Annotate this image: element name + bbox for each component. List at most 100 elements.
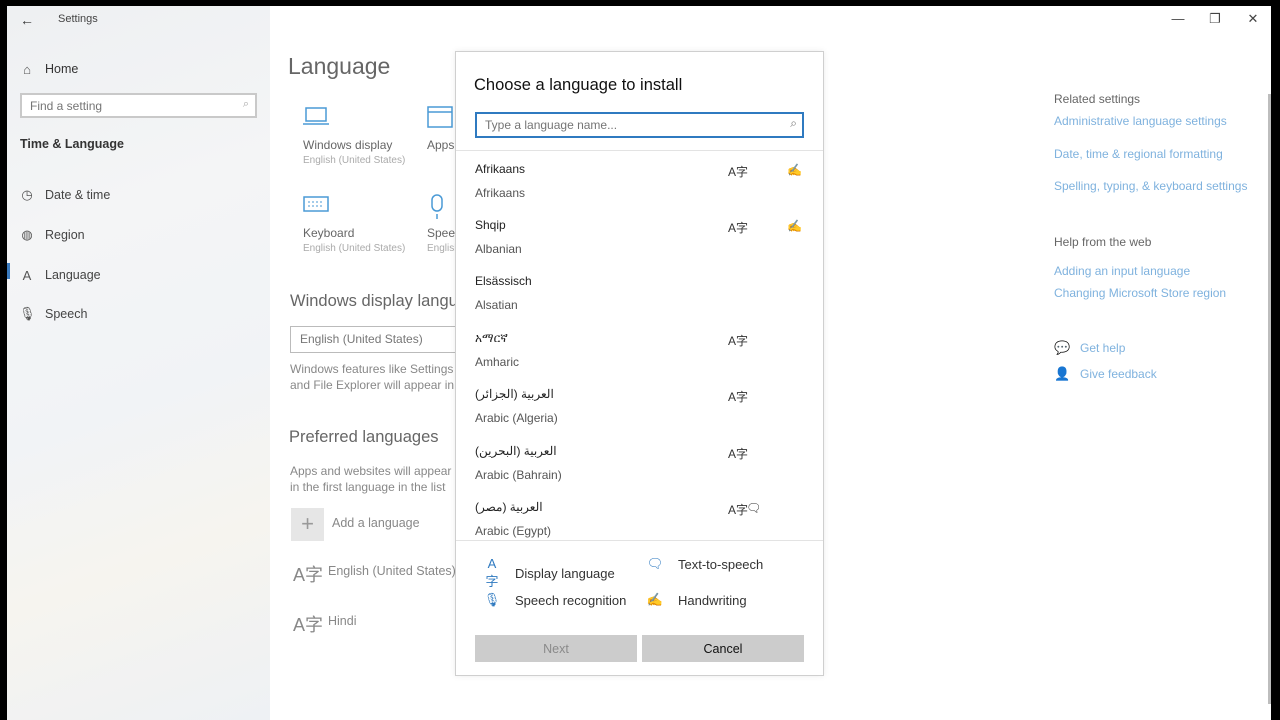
- display-language-icon: A字: [728, 390, 749, 404]
- sidebar-item-speech[interactable]: 🎙 Speech: [19, 303, 87, 325]
- language-english-name: Arabic (Algeria): [475, 411, 558, 425]
- link-spelling-typing[interactable]: Spelling, typing, & keyboard settings: [1054, 179, 1247, 193]
- dialog-title: Choose a language to install: [474, 76, 683, 94]
- cancel-button[interactable]: Cancel: [642, 635, 804, 662]
- title-bar: ← Settings: [7, 6, 270, 34]
- nav-home-label: Home: [45, 62, 79, 76]
- tile-title: Windows display: [303, 138, 393, 152]
- close-button[interactable]: ✕: [1235, 10, 1271, 30]
- language-search-input[interactable]: [477, 114, 777, 136]
- language-icon: A字: [293, 565, 324, 585]
- language-entry[interactable]: A字 Hindi: [293, 611, 357, 637]
- sidebar-item-language[interactable]: A Language: [19, 264, 101, 286]
- display-language-icon: A字: [728, 165, 749, 179]
- next-button[interactable]: Next: [475, 635, 637, 662]
- tile-subtitle: English (United States): [303, 243, 406, 254]
- find-setting-box[interactable]: ⌕: [20, 93, 257, 118]
- minimize-button[interactable]: —: [1160, 10, 1196, 30]
- display-language-heading: Windows display language: [290, 292, 460, 310]
- sidebar-item-label: Speech: [45, 307, 88, 321]
- tile-speech[interactable]: Speech English: [427, 194, 455, 254]
- related-settings-heading: Related settings: [1054, 92, 1141, 106]
- legend-handwriting: ✍ Handwriting: [646, 592, 747, 608]
- home-icon: ⌂: [23, 61, 31, 77]
- scrollbar[interactable]: [1268, 94, 1271, 704]
- language-option[interactable]: Elsässisch Alsatian: [456, 269, 823, 325]
- app-title: Settings: [58, 13, 98, 25]
- sidebar-item-label: Date & time: [45, 188, 111, 202]
- sidebar-item-region[interactable]: ◍ Region: [19, 224, 84, 246]
- language-english-name: Amharic: [475, 355, 520, 369]
- language-native-name: አማርኛ: [475, 331, 508, 345]
- language-english-name: Alsatian: [475, 298, 518, 312]
- tile-subtitle: English (United States): [303, 155, 406, 166]
- globe-icon: ◍: [21, 227, 33, 242]
- display-language-dropdown[interactable]: English (United States): [290, 326, 470, 353]
- display-language-icon: A字: [728, 503, 749, 517]
- link-adding-input-language[interactable]: Adding an input language: [1054, 264, 1190, 278]
- legend-text-to-speech: 🗨 Text-to-speech: [646, 556, 764, 572]
- language-english-name: Albanian: [475, 242, 522, 256]
- language-option[interactable]: العربية (الجزائر) Arabic (Algeria) A字: [456, 382, 823, 438]
- keyboard-icon: [303, 194, 418, 222]
- language-entry-label: Hindi: [328, 614, 357, 628]
- text-to-speech-icon: 🗨: [746, 501, 762, 515]
- search-icon: ⌕: [790, 116, 797, 130]
- language-native-name: العربية (مصر): [475, 500, 543, 514]
- tile-apps[interactable]: Apps: [427, 106, 455, 152]
- language-native-name: Shqip: [475, 218, 506, 232]
- legend-label: Handwriting: [678, 592, 747, 608]
- language-option[interactable]: አማርኛ Amharic A字: [456, 326, 823, 382]
- tile-title: Apps: [427, 138, 455, 152]
- link-date-time-format[interactable]: Date, time & regional formatting: [1054, 147, 1223, 161]
- handwriting-icon: ✍: [787, 219, 802, 233]
- language-option[interactable]: العربية (مصر) Arabic (Egypt) A字 🗨: [456, 495, 823, 540]
- choose-language-dialog: Choose a language to install ⌕ Afrikaans…: [455, 51, 824, 676]
- sidebar-item-date-time[interactable]: ◷ Date & time: [19, 184, 110, 206]
- display-language-icon: A字: [728, 221, 749, 235]
- display-language-icon: A字: [728, 334, 749, 348]
- link-changing-store-region[interactable]: Changing Microsoft Store region: [1054, 286, 1226, 300]
- link-admin-language[interactable]: Administrative language settings: [1054, 114, 1227, 128]
- handwriting-icon: ✍: [646, 592, 664, 607]
- language-option[interactable]: Afrikaans Afrikaans A字 ✍: [456, 157, 823, 213]
- language-icon: A字: [293, 615, 324, 635]
- language-native-name: Afrikaans: [475, 162, 526, 176]
- display-language-icon: A字: [728, 447, 749, 461]
- language-entry-label: English (United States): [328, 564, 456, 578]
- language-option[interactable]: Shqip Albanian A字 ✍: [456, 213, 823, 269]
- plus-icon: +: [291, 508, 324, 541]
- selection-indicator: [7, 263, 10, 279]
- divider: [456, 150, 823, 151]
- back-arrow-icon[interactable]: ←: [17, 10, 37, 30]
- legend-display-language: A字 Display language: [483, 556, 615, 590]
- language-entry[interactable]: A字 English (United States): [293, 561, 456, 587]
- give-feedback-link[interactable]: 👤 Give feedback: [1054, 366, 1157, 382]
- language-english-name: Afrikaans: [475, 186, 526, 200]
- get-help-link[interactable]: 💬 Get help: [1054, 340, 1125, 356]
- add-language-button[interactable]: + Add a language: [291, 508, 420, 541]
- feedback-icon: 👤: [1054, 366, 1071, 381]
- tile-windows-display[interactable]: Windows display English (United States): [303, 106, 418, 166]
- maximize-button[interactable]: ❐: [1197, 10, 1233, 30]
- tile-title: Keyboard: [303, 226, 355, 240]
- text-to-speech-icon: 🗨: [646, 556, 664, 571]
- give-feedback-label: Give feedback: [1080, 367, 1157, 381]
- language-native-name: Elsässisch: [475, 274, 532, 288]
- get-help-label: Get help: [1080, 341, 1126, 355]
- help-heading: Help from the web: [1054, 235, 1152, 249]
- legend-label: Speech recognition: [515, 592, 627, 608]
- divider: [456, 540, 823, 541]
- tile-keyboard[interactable]: Keyboard English (United States): [303, 194, 418, 254]
- language-option[interactable]: العربية (البحرين) Arabic (Bahrain) A字: [456, 439, 823, 495]
- legend-label: Display language: [515, 565, 615, 581]
- legend-label: Text-to-speech: [678, 556, 764, 572]
- language-native-name: العربية (الجزائر): [475, 387, 554, 401]
- laptop-icon: [303, 106, 418, 134]
- find-setting-input[interactable]: [22, 95, 222, 116]
- nav-home[interactable]: ⌂ Home: [19, 58, 78, 80]
- settings-window: ← Settings ⌂ Home ⌕ Time & Language ◷ Da…: [7, 6, 1271, 720]
- handwriting-icon: ✍: [787, 163, 802, 177]
- tile-subtitle: English: [427, 243, 455, 254]
- language-search-box[interactable]: ⌕: [475, 112, 804, 138]
